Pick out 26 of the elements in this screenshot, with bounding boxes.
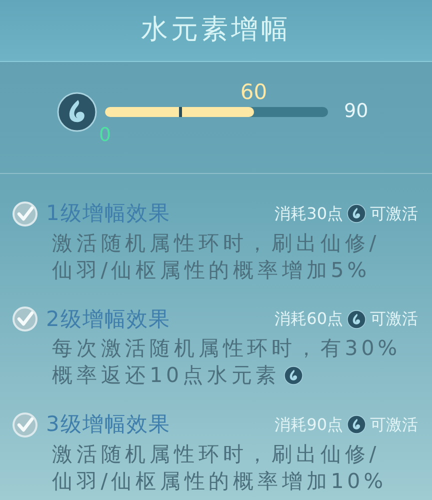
description-text: 概率返还10点水元素: [52, 362, 280, 389]
status-text: 可激活: [370, 308, 418, 330]
water-drop-icon: [347, 204, 366, 224]
description-text: 激活随机属性环时，刷出仙修/: [52, 440, 380, 468]
description-text: 仙羽/仙枢属性的概率增加10%: [52, 468, 386, 494]
cost-text: 消耗30点: [274, 202, 343, 225]
description-text: 每次激活随机属性环时，有30%: [52, 335, 401, 362]
effect-title: 3级增幅效果: [46, 411, 170, 438]
effect-title: 2级增幅效果: [46, 306, 170, 332]
description-text: 激活随机属性环时，刷出仙修/: [52, 230, 380, 256]
value-label: 60: [240, 78, 268, 106]
checkbox[interactable]: [12, 200, 38, 227]
panel-title: 水元素增幅: [141, 13, 291, 48]
min-label: 0: [99, 122, 112, 148]
description-text: 仙羽/仙枢属性的概率增加5%: [52, 256, 370, 284]
checkbox[interactable]: [12, 306, 38, 332]
cost-text: 消耗60点: [274, 308, 343, 330]
checkbox[interactable]: [12, 412, 38, 438]
status-text: 可激活: [370, 414, 418, 436]
tick-mark: [179, 106, 182, 116]
water-drop-icon: [57, 92, 97, 132]
status-text: 可激活: [370, 202, 418, 225]
cost-text: 消耗90点: [274, 414, 343, 436]
water-drop-icon: [347, 310, 366, 329]
water-drop-icon: [347, 415, 366, 434]
max-label: 90: [344, 99, 368, 124]
